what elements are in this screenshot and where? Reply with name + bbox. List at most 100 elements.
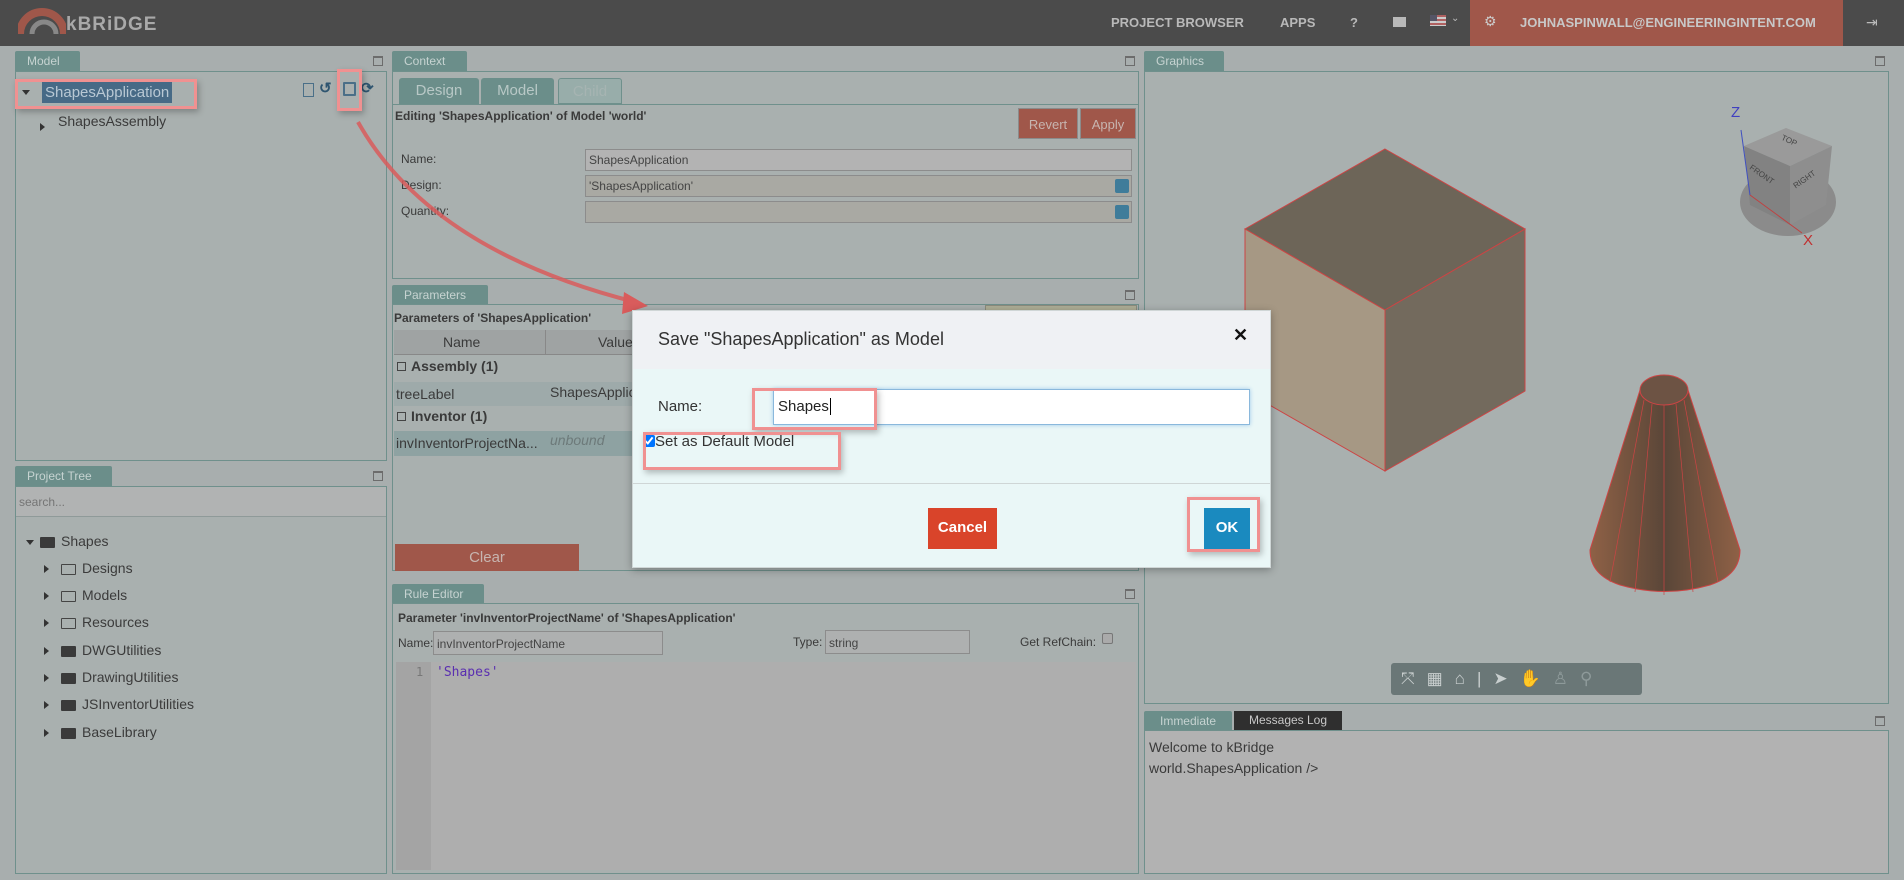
column-header-value[interactable]: Value bbox=[598, 334, 633, 350]
tab-immediate[interactable]: Immediate bbox=[1144, 711, 1232, 730]
maximize-icon[interactable] bbox=[1125, 56, 1135, 66]
maximize-icon[interactable] bbox=[373, 56, 383, 66]
name-label: Name: bbox=[401, 152, 437, 166]
column-header-name[interactable]: Name bbox=[443, 334, 480, 350]
user-menu[interactable]: ⚙ JOHNASPINWALL@ENGINEERINGINTENT.COM bbox=[1470, 0, 1843, 46]
model-panel-tab[interactable]: Model bbox=[15, 51, 80, 71]
history-icon[interactable]: ↺ bbox=[319, 79, 332, 97]
nav-apps[interactable]: APPS bbox=[1280, 15, 1315, 30]
caret-right-icon bbox=[44, 701, 49, 710]
folder-icon bbox=[61, 645, 76, 657]
group-assembly[interactable]: Assembly (1) bbox=[411, 358, 498, 374]
tree-folder-baselibrary[interactable]: BaseLibrary bbox=[44, 724, 157, 740]
tree-folder-designs[interactable]: Designs bbox=[44, 560, 133, 576]
zoom-icon[interactable]: ⚲ bbox=[1580, 669, 1592, 689]
refchain-checkbox[interactable] bbox=[1102, 633, 1113, 644]
rule-name-field[interactable]: invInventorProjectName bbox=[433, 631, 663, 655]
layout-icon[interactable]: ▦ bbox=[1427, 669, 1443, 689]
param-name: invInventorProjectNa... bbox=[396, 435, 538, 451]
chevron-down-icon[interactable]: ⌄ bbox=[1451, 13, 1459, 24]
parameters-tab[interactable]: Parameters bbox=[392, 285, 488, 305]
tree-label: Models bbox=[82, 587, 128, 603]
maximize-icon[interactable] bbox=[1875, 716, 1885, 726]
pan-icon[interactable]: ✋ bbox=[1520, 669, 1541, 689]
rule-editor-panel: Parameter 'invInventorProjectName' of 'S… bbox=[392, 603, 1139, 874]
annotation-box-checkbox bbox=[643, 432, 841, 470]
type-field[interactable]: string bbox=[825, 630, 970, 654]
tree-folder-resources[interactable]: Resources bbox=[44, 614, 149, 630]
apply-button[interactable]: Apply bbox=[1080, 108, 1136, 139]
project-search-input[interactable] bbox=[16, 487, 386, 517]
tree-folder-drawingutilities[interactable]: DrawingUtilities bbox=[44, 669, 178, 685]
subtab-design[interactable]: Design bbox=[399, 78, 479, 104]
maximize-icon[interactable] bbox=[1875, 56, 1885, 66]
type-label: Type: bbox=[793, 635, 823, 649]
graphics-tab[interactable]: Graphics bbox=[1144, 51, 1224, 71]
editing-label: Editing 'ShapesApplication' of Model 'wo… bbox=[395, 109, 647, 123]
gear-icon[interactable]: ⚙ bbox=[1484, 13, 1497, 30]
fit-icon[interactable]: ⤧ bbox=[1401, 669, 1415, 689]
design-field[interactable]: 'ShapesApplication' bbox=[585, 175, 1132, 197]
annotation-box-ok bbox=[1187, 497, 1260, 552]
tree-folder-shapes[interactable]: Shapes bbox=[26, 533, 108, 549]
subtab-child[interactable]: Child bbox=[558, 78, 622, 104]
nav-project-browser[interactable]: PROJECT BROWSER bbox=[1111, 15, 1244, 30]
code-line[interactable]: 'Shapes' bbox=[436, 665, 499, 680]
maximize-icon[interactable] bbox=[1125, 589, 1135, 599]
revert-button[interactable]: Revert bbox=[1018, 108, 1078, 139]
pencil-icon[interactable] bbox=[1115, 205, 1129, 219]
close-icon[interactable]: ✕ bbox=[1233, 325, 1248, 346]
maximize-icon[interactable] bbox=[1125, 290, 1135, 300]
group-inventor[interactable]: Inventor (1) bbox=[411, 408, 487, 424]
code-editor[interactable]: 1 'Shapes' bbox=[396, 662, 1136, 870]
context-panel: Design Model Child Editing 'ShapesApplic… bbox=[392, 71, 1139, 279]
refresh-icon[interactable]: ⟳ bbox=[361, 79, 374, 97]
collapse-icon[interactable] bbox=[397, 362, 406, 371]
project-tree-tab[interactable]: Project Tree bbox=[15, 466, 112, 486]
us-flag-icon[interactable] bbox=[1430, 15, 1446, 26]
param-value: unbound bbox=[550, 432, 605, 448]
tree-folder-jsinventorutilities[interactable]: JSInventorUtilities bbox=[44, 696, 194, 712]
folder-icon bbox=[61, 699, 76, 711]
name-field[interactable]: ShapesApplication bbox=[585, 149, 1132, 171]
param-name: treeLabel bbox=[396, 386, 455, 402]
project-tree-panel: Shapes Designs Models Resources DWGUtili… bbox=[15, 486, 387, 874]
pencil-icon[interactable] bbox=[1115, 179, 1129, 193]
dialog-title: Save "ShapesApplication" as Model bbox=[658, 329, 944, 349]
rule-editor-tab[interactable]: Rule Editor bbox=[392, 584, 484, 604]
user-email[interactable]: JOHNASPINWALL@ENGINEERINGINTENT.COM bbox=[1520, 15, 1816, 30]
parameters-heading: Parameters of 'ShapesApplication' bbox=[394, 311, 592, 325]
tab-messages-log[interactable]: Messages Log bbox=[1234, 711, 1342, 730]
sign-out-icon[interactable]: ⇥ bbox=[1866, 14, 1878, 31]
tree-folder-models[interactable]: Models bbox=[44, 587, 127, 603]
tree-folder-dwgutilities[interactable]: DWGUtilities bbox=[44, 642, 161, 658]
home-icon[interactable]: ⌂ bbox=[1455, 669, 1465, 689]
cancel-button[interactable]: Cancel bbox=[928, 508, 997, 549]
tree-label: Designs bbox=[82, 560, 133, 576]
console-line: Welcome to kBridge bbox=[1149, 739, 1275, 755]
folder-outline-icon bbox=[61, 563, 76, 575]
axis-z-label: Z bbox=[1731, 104, 1741, 121]
envelope-icon[interactable] bbox=[1393, 17, 1406, 27]
walk-icon[interactable]: ♙ bbox=[1553, 669, 1568, 689]
caret-right-icon[interactable] bbox=[40, 118, 57, 133]
nav-help[interactable]: ? bbox=[1350, 15, 1358, 30]
caret-right-icon bbox=[44, 674, 49, 683]
subtab-model[interactable]: Model bbox=[481, 78, 554, 104]
maximize-icon[interactable] bbox=[373, 471, 383, 481]
collapse-icon[interactable] bbox=[397, 412, 406, 421]
code-file-icon[interactable] bbox=[303, 83, 314, 97]
console-output[interactable]: Welcome to kBridge world.ShapesApplicati… bbox=[1144, 730, 1889, 874]
tree-label: JSInventorUtilities bbox=[82, 696, 195, 712]
caret-right-icon bbox=[44, 729, 49, 738]
annotation-box-save bbox=[337, 69, 362, 111]
select-icon[interactable]: ➤ bbox=[1493, 669, 1507, 689]
clear-button[interactable]: Clear bbox=[395, 544, 579, 571]
quantity-field[interactable] bbox=[585, 201, 1132, 223]
param-value: ShapesApplic bbox=[550, 384, 636, 400]
context-tab[interactable]: Context bbox=[392, 51, 467, 71]
console-line: world.ShapesApplication /> bbox=[1149, 760, 1319, 776]
tree-node-shapesassembly[interactable]: ShapesAssembly bbox=[58, 113, 166, 129]
name-label: Name: bbox=[658, 398, 703, 415]
logo-text[interactable]: kBRiDGE bbox=[66, 14, 157, 36]
